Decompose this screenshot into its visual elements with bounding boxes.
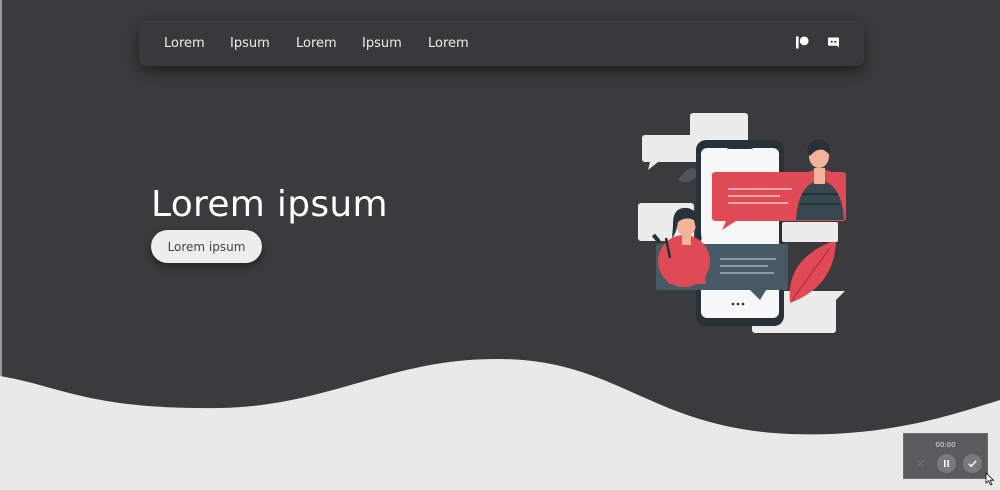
screen-recorder-widget: 00:00: [903, 433, 988, 479]
nav-link-1[interactable]: Lorem: [164, 36, 230, 51]
recorder-pause-button[interactable]: [937, 454, 956, 473]
hero-title: Lorem ipsum: [151, 184, 388, 225]
recorder-done-button[interactable]: [963, 454, 982, 473]
social-links: [796, 36, 840, 49]
recorder-time: 00:00: [935, 441, 956, 449]
hero-cta-button[interactable]: Lorem ipsum: [151, 230, 262, 263]
patreon-icon[interactable]: [796, 36, 809, 49]
nav-link-4[interactable]: Ipsum: [362, 36, 428, 51]
nav-link-5[interactable]: Lorem: [428, 36, 494, 51]
mouse-cursor-icon: [985, 472, 995, 486]
cancel-icon: [917, 460, 924, 467]
check-icon: [968, 460, 977, 468]
pause-icon: [944, 460, 949, 467]
chat-messaging-illustration: [638, 113, 846, 333]
page: Lorem Ipsum Lorem Ipsum Lorem Lorem ipsu…: [0, 0, 1000, 490]
recorder-cancel-button[interactable]: [911, 454, 930, 473]
navbar: Lorem Ipsum Lorem Ipsum Lorem: [139, 21, 864, 66]
nav-links: Lorem Ipsum Lorem Ipsum Lorem: [164, 21, 494, 66]
nav-link-2[interactable]: Ipsum: [230, 36, 296, 51]
discord-icon[interactable]: [827, 36, 840, 49]
nav-link-3[interactable]: Lorem: [296, 36, 362, 51]
wave-divider: [0, 358, 1000, 490]
